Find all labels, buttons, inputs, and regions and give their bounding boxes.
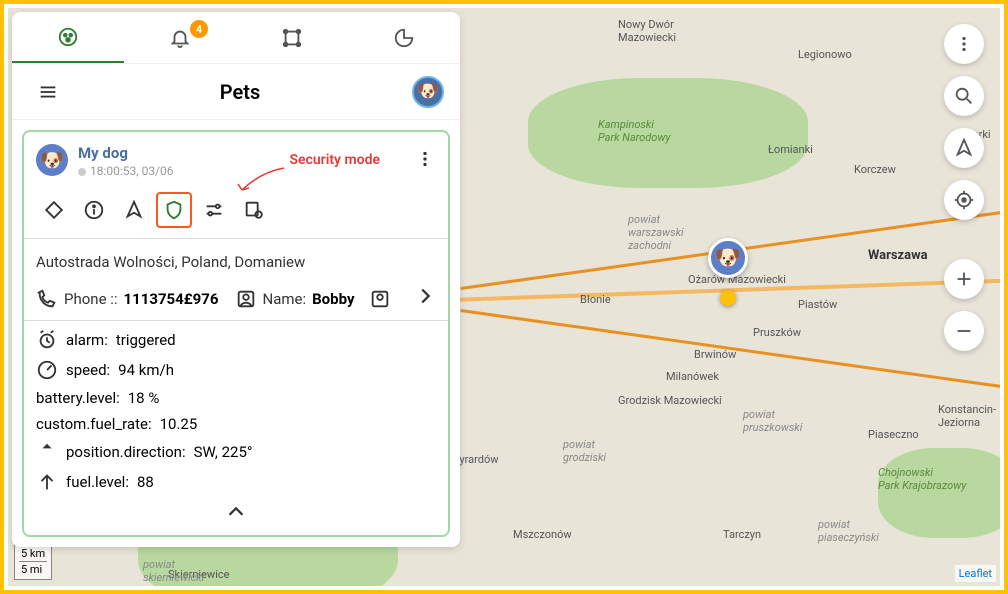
map-label: Tarczyn: [723, 528, 761, 541]
metric-speed: speed:94 km/h: [36, 359, 436, 381]
map-label: Grodzisk Mazowiecki: [618, 394, 722, 407]
metric-direction: position.direction:SW, 225°: [36, 441, 436, 463]
metric-fuel-level: fuel.level:88: [36, 471, 436, 493]
panel-header: Pets 🐶: [12, 64, 460, 120]
pie-chart-icon: [393, 27, 415, 49]
geofence-icon: [281, 27, 303, 49]
zoom-out-button[interactable]: [944, 311, 984, 351]
map-label: powiat piaseczyński: [818, 518, 879, 544]
map-label: Legionowo: [798, 48, 852, 61]
plus-icon: [953, 268, 975, 290]
info-row: Phone :: 1113754£976 Name: Bobby: [36, 285, 436, 312]
tab-geofence[interactable]: [236, 12, 348, 63]
info-icon: [83, 199, 105, 221]
map-label: Łomianki: [768, 143, 813, 156]
navigate-icon: [953, 137, 975, 159]
map-label: Nowy Dwór Mazowiecki: [618, 18, 676, 44]
pet-card: 🐶 My dog 18:00:53, 03/06 Security mode: [22, 130, 450, 537]
map-label: Brwinów: [694, 348, 736, 361]
route-icon: [43, 199, 65, 221]
phone-icon: [36, 288, 58, 310]
navigate-icon: [123, 199, 145, 221]
map-more-button[interactable]: [944, 24, 984, 64]
contact-icon: [235, 288, 257, 310]
expand-right-button[interactable]: [414, 285, 436, 312]
map-label: powiat grodziski: [563, 438, 606, 464]
search-icon: [953, 85, 975, 107]
zoom-in-button[interactable]: [944, 259, 984, 299]
pet-marker[interactable]: 🐶: [708, 238, 748, 278]
menu-button[interactable]: [28, 81, 68, 103]
settings-route-button[interactable]: [196, 192, 232, 228]
map-label: Warszawa: [868, 248, 928, 263]
tab-notifications[interactable]: 4: [124, 12, 236, 63]
side-panel: 4 Pets 🐶 🐶 My dog 18:00:53, 03/06: [12, 12, 460, 547]
address-text: Autostrada Wolności, Poland, Domaniew: [36, 253, 436, 271]
navigate-button[interactable]: [116, 192, 152, 228]
map-search-button[interactable]: [944, 76, 984, 116]
map-label: powiat warszawski zachodni: [628, 213, 684, 252]
contact-icon: [369, 288, 391, 310]
paw-icon: [57, 26, 79, 48]
page-title: Pets: [68, 80, 412, 104]
device-settings-button[interactable]: [236, 192, 272, 228]
direction-icon: [36, 441, 58, 463]
scale-indicator: 5 km 5 mi: [14, 543, 52, 580]
alarm-icon: [36, 329, 58, 351]
map-label: Mszczonów: [513, 528, 572, 541]
map-label: powiat skierniewicki: [143, 558, 204, 584]
tab-bar: 4: [12, 12, 460, 64]
user-avatar[interactable]: 🐶: [412, 76, 444, 108]
map-label: Piaseczno: [868, 428, 919, 441]
notification-badge: 4: [190, 20, 208, 38]
map-label: Piastów: [798, 298, 837, 311]
more-button[interactable]: [414, 148, 436, 175]
tab-reports[interactable]: [348, 12, 460, 63]
dog-avatar-icon: 🐶: [708, 238, 748, 278]
bell-icon: [169, 27, 191, 49]
pet-timestamp: 18:00:53, 03/06: [78, 164, 174, 178]
minus-icon: [953, 320, 975, 342]
route-button[interactable]: [36, 192, 72, 228]
chevron-up-icon: [225, 501, 247, 523]
map-label: Błonie: [580, 293, 611, 306]
annotation-label: Security mode: [289, 152, 380, 168]
tab-pets[interactable]: [12, 12, 124, 63]
map-locate-button[interactable]: [944, 180, 984, 220]
map-label: Chojnowski Park Krajobrazowy: [878, 466, 966, 492]
map-label: Milanówek: [666, 370, 719, 383]
action-bar: [36, 192, 436, 228]
more-vertical-icon: [414, 148, 436, 170]
security-mode-button[interactable]: [156, 192, 192, 228]
metric-battery: battery.level:18 %: [36, 389, 436, 407]
speedometer-icon: [36, 359, 58, 381]
pet-avatar-icon: 🐶: [36, 144, 68, 176]
locate-icon: [953, 189, 975, 211]
chevron-right-icon: [414, 285, 436, 307]
shield-icon: [163, 199, 185, 221]
map-label: Kampinoski Park Narodowy: [598, 118, 670, 144]
map-label: powiat pruszkowski: [743, 408, 802, 434]
metric-alarm: alarm:triggered: [36, 329, 436, 351]
map-orient-button[interactable]: [944, 128, 984, 168]
metric-fuel-rate: custom.fuel_rate:10.25: [36, 415, 436, 433]
position-marker[interactable]: [720, 290, 736, 306]
annotation-arrow-icon: [236, 164, 286, 194]
collapse-button[interactable]: [36, 501, 436, 523]
arrow-up-icon: [36, 471, 58, 493]
map-label: Pruszków: [753, 326, 801, 339]
info-button[interactable]: [76, 192, 112, 228]
more-vertical-icon: [953, 33, 975, 55]
sliders-icon: [203, 199, 225, 221]
pet-name: My dog: [78, 144, 174, 162]
device-gear-icon: [243, 199, 265, 221]
menu-icon: [37, 81, 59, 103]
map-label: Konstancin- Jeziorna: [938, 403, 996, 429]
map-label: Korczew: [854, 163, 896, 176]
attribution[interactable]: Leaflet: [955, 565, 996, 582]
